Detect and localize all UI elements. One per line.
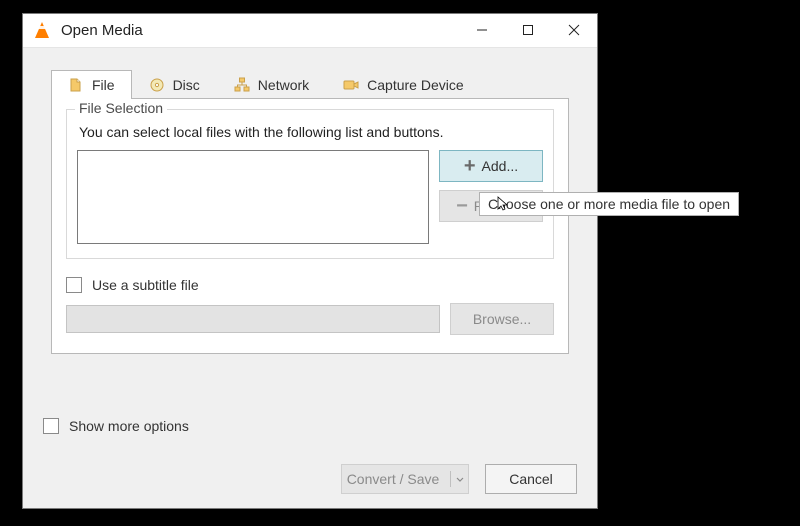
group-legend: File Selection [75, 100, 167, 116]
plus-icon: + [464, 156, 476, 176]
file-selection-group: File Selection You can select local file… [66, 109, 554, 259]
close-icon [568, 23, 580, 39]
close-button[interactable] [551, 14, 597, 47]
add-button-label: Add... [482, 158, 519, 174]
vlc-cone-icon [33, 22, 51, 40]
subtitle-checkbox-label: Use a subtitle file [92, 277, 199, 293]
minimize-button[interactable] [459, 14, 505, 47]
tab-label: Capture Device [367, 77, 464, 93]
dialog-footer: Convert / Save Cancel [341, 464, 577, 494]
tab-label: Disc [173, 77, 200, 93]
chevron-down-icon [456, 471, 464, 487]
browse-button[interactable]: Browse... [450, 303, 554, 335]
tab-network[interactable]: Network [217, 70, 326, 99]
cancel-button-label: Cancel [509, 471, 553, 487]
titlebar: Open Media [23, 14, 597, 48]
capture-icon [343, 77, 359, 93]
disc-icon [149, 77, 165, 93]
dropdown-caret[interactable] [450, 471, 468, 487]
tab-file[interactable]: File [51, 70, 132, 99]
add-button[interactable]: + Add... [439, 150, 543, 182]
subtitle-checkbox[interactable] [66, 277, 82, 293]
subtitle-checkbox-row: Use a subtitle file [66, 277, 554, 293]
subtitle-path-input[interactable] [66, 305, 440, 333]
minus-icon: − [456, 196, 468, 216]
cancel-button[interactable]: Cancel [485, 464, 577, 494]
file-tab-panel: File Selection You can select local file… [51, 98, 569, 354]
convert-save-button[interactable]: Convert / Save [341, 464, 469, 494]
tab-label: File [92, 77, 115, 93]
show-more-label: Show more options [69, 418, 189, 434]
show-more-checkbox[interactable] [43, 418, 59, 434]
network-icon [234, 77, 250, 93]
convert-save-label: Convert / Save [342, 471, 444, 487]
tab-strip: File Disc Network Capture Device [23, 48, 597, 99]
show-more-row: Show more options [43, 418, 189, 434]
tab-label: Network [258, 77, 309, 93]
lower-area: Show more options Convert / Save Cancel [23, 360, 597, 508]
tab-capture[interactable]: Capture Device [326, 70, 481, 99]
file-selection-hint: You can select local files with the foll… [79, 124, 543, 140]
window-controls [459, 14, 597, 47]
tab-disc[interactable]: Disc [132, 70, 217, 99]
open-media-window: Open Media File [22, 13, 598, 509]
maximize-button[interactable] [505, 14, 551, 47]
maximize-icon [522, 23, 534, 39]
minimize-icon [476, 23, 488, 39]
window-title: Open Media [61, 22, 143, 39]
add-button-tooltip: Choose one or more media file to open [479, 192, 739, 216]
mouse-cursor-icon [496, 196, 512, 212]
file-list[interactable] [77, 150, 429, 244]
browse-button-label: Browse... [473, 311, 531, 327]
file-icon [68, 77, 84, 93]
